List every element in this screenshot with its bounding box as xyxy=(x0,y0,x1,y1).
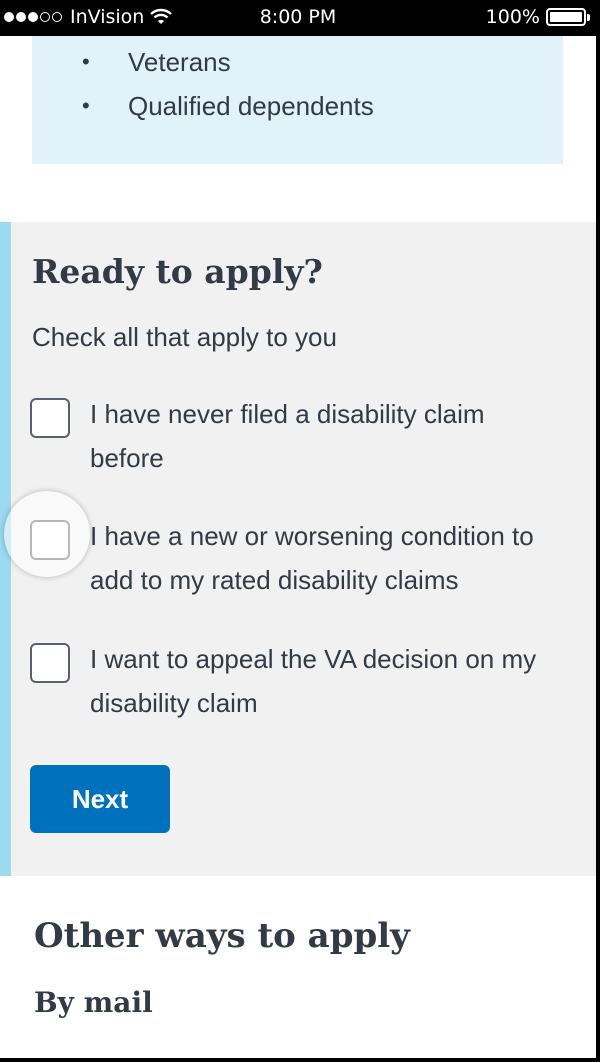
checkbox-new-condition[interactable] xyxy=(30,520,70,560)
option-label: I have never filed a disability claim be… xyxy=(90,399,485,473)
eligibility-item: Qualified dependents xyxy=(82,84,374,128)
other-ways-heading: Other ways to apply xyxy=(34,916,410,956)
battery-percentage: 100% xyxy=(485,6,540,28)
next-button[interactable]: Next xyxy=(30,765,170,833)
checkbox-never-filed[interactable] xyxy=(30,398,70,438)
apply-section: Ready to apply? Check all that apply to … xyxy=(0,222,596,876)
option-label: I want to appeal the VA decision on my d… xyxy=(90,644,537,718)
by-mail-heading: By mail xyxy=(34,986,153,1019)
checkbox-appeal[interactable] xyxy=(30,643,70,683)
app-screen: InVision 8:00 PM 100% Veterans Qualified… xyxy=(0,0,596,1058)
eligibility-list: Veterans Qualified dependents xyxy=(82,40,374,128)
option-label: I have a new or worsening condition to a… xyxy=(90,521,534,595)
status-right: 100% xyxy=(485,6,590,28)
battery-level xyxy=(550,12,582,22)
battery-icon xyxy=(546,8,590,26)
battery-cap xyxy=(587,14,590,21)
option-never-filed[interactable]: I have never filed a disability claim be… xyxy=(30,398,550,480)
option-appeal[interactable]: I want to appeal the VA decision on my d… xyxy=(30,643,550,725)
apply-heading: Ready to apply? xyxy=(32,252,323,291)
apply-instructions: Check all that apply to you xyxy=(32,322,337,352)
eligibility-box: Veterans Qualified dependents xyxy=(32,36,563,164)
status-bar: InVision 8:00 PM 100% xyxy=(0,0,596,36)
accent-bar xyxy=(0,222,11,876)
option-new-condition[interactable]: I have a new or worsening condition to a… xyxy=(30,520,550,602)
eligibility-item: Veterans xyxy=(82,40,374,84)
